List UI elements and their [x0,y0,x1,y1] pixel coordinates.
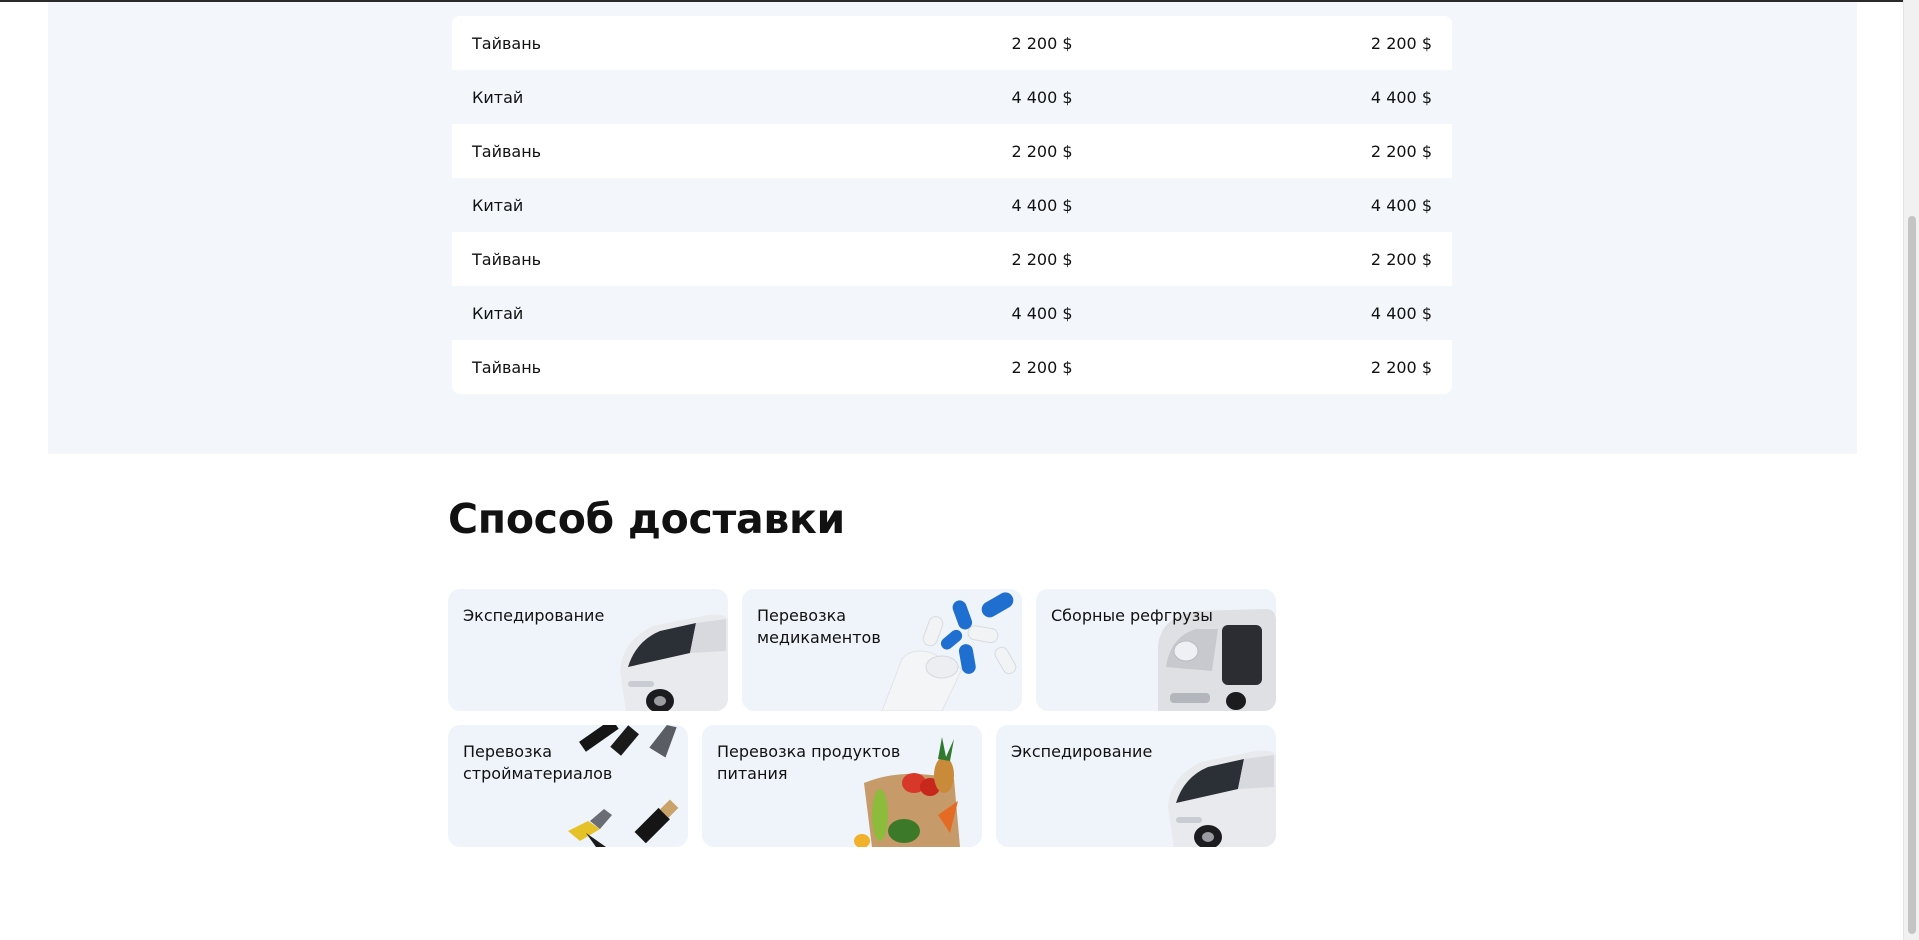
delivery-card-construction[interactable]: Перевозка стройматериалов [448,725,688,847]
card-label: Перевозка медикаментов [757,606,881,647]
price-cell: 4 400 $ [1011,303,1073,323]
price-cell: 2 200 $ [1370,357,1432,377]
price-table: Тайвань 2 200 $ 2 200 $ Китай 4 400 $ 4 … [452,16,1452,394]
country-cell: Китай [472,303,524,323]
vertical-scrollbar[interactable] [1903,0,1919,940]
table-row: Тайвань 2 200 $ 2 200 $ [452,16,1452,70]
country-cell: Китай [472,87,524,107]
price-cell: 2 200 $ [1370,33,1432,53]
card-label: Экспедирование [1011,742,1153,761]
price-cell: 4 400 $ [1011,195,1073,215]
price-cell: 2 200 $ [1011,33,1073,53]
table-row: Китай 4 400 $ 4 400 $ [452,286,1452,340]
table-row: Тайвань 2 200 $ 2 200 $ [452,340,1452,394]
price-cell: 2 200 $ [1370,249,1432,269]
card-label: Экспедирование [463,606,605,625]
delivery-card-medicine[interactable]: Перевозка медикаментов [742,589,1022,711]
card-label: Перевозка стройматериалов [463,742,613,783]
price-cell: 4 400 $ [1011,87,1073,107]
table-row: Китай 4 400 $ 4 400 $ [452,70,1452,124]
price-cell: 2 200 $ [1011,141,1073,161]
price-section: Тайвань 2 200 $ 2 200 $ Китай 4 400 $ 4 … [48,2,1857,454]
price-cell: 4 400 $ [1370,303,1432,323]
delivery-card-reefer[interactable]: Сборные рефгрузы [1036,589,1276,711]
price-cell: 2 200 $ [1011,357,1073,377]
scrollbar-thumb[interactable] [1908,216,1916,934]
delivery-card-food[interactable]: Перевозка продуктов питания [702,725,982,847]
card-label: Сборные рефгрузы [1051,606,1213,625]
price-cell: 2 200 $ [1011,249,1073,269]
table-row: Тайвань 2 200 $ 2 200 $ [452,124,1452,178]
country-cell: Тайвань [472,33,542,53]
section-title: Способ доставки [448,495,845,543]
table-row: Тайвань 2 200 $ 2 200 $ [452,232,1452,286]
country-cell: Тайвань [472,249,542,269]
table-row: Китай 4 400 $ 4 400 $ [452,178,1452,232]
country-cell: Китай [472,195,524,215]
price-cell: 4 400 $ [1370,195,1432,215]
card-label: Перевозка продуктов питания [717,742,901,783]
price-cell: 2 200 $ [1370,141,1432,161]
country-cell: Тайвань [472,357,542,377]
country-cell: Тайвань [472,141,542,161]
price-cell: 4 400 $ [1370,87,1432,107]
delivery-card-expediting[interactable]: Экспедирование [448,589,728,711]
delivery-card-expediting-2[interactable]: Экспедирование [996,725,1276,847]
